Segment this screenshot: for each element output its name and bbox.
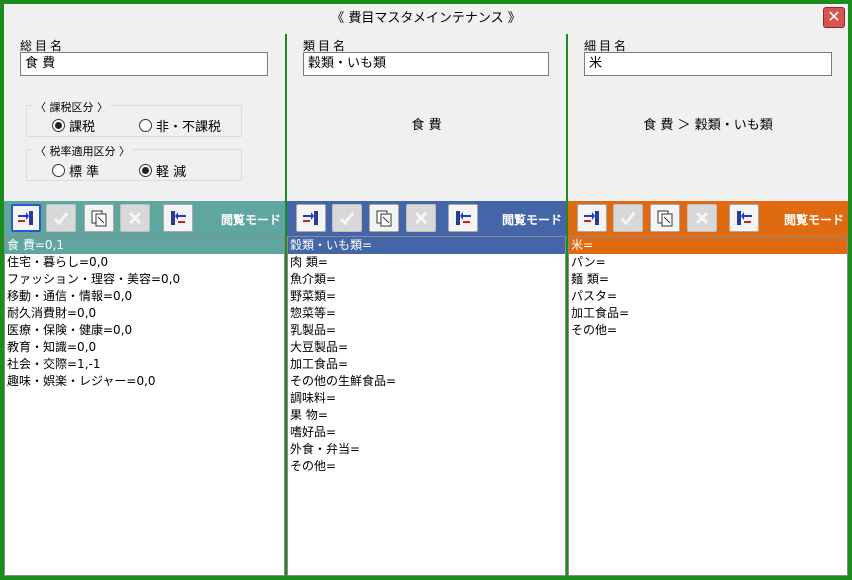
- list-item[interactable]: 肉 類=: [288, 254, 565, 271]
- list-item[interactable]: その他の生鮮食品=: [288, 373, 565, 390]
- copy-edit-icon: [376, 210, 392, 227]
- main-window: 《 費目マスタメインテナンス 》 ✕ 総目名 食 費 〈 課税区分 〉 課税 非…: [0, 0, 852, 580]
- list-item[interactable]: パン=: [569, 254, 847, 271]
- list-item[interactable]: 麺 類=: [569, 271, 847, 288]
- tax-rate-group: 〈 税率適用区分 〉 標 準 軽 減: [26, 143, 242, 181]
- list-item[interactable]: 乳製品=: [288, 322, 565, 339]
- radio-non-taxable[interactable]: 非・不課税: [139, 116, 221, 135]
- remove-button[interactable]: [163, 204, 193, 232]
- mode-label: 閲覧モード: [783, 213, 844, 227]
- list-item[interactable]: 大豆製品=: [288, 339, 565, 356]
- confirm-button[interactable]: [613, 204, 643, 232]
- radio-taxable[interactable]: 課税: [52, 116, 95, 135]
- delete-icon: [414, 211, 428, 225]
- sub-category-list[interactable]: 穀類・いも類= 肉 類= 魚介類= 野菜類= 惣菜等= 乳製品= 大豆製品= 加…: [287, 236, 566, 576]
- add-button[interactable]: [577, 204, 607, 232]
- sub-category-input[interactable]: 穀類・いも類: [303, 52, 549, 76]
- tax-rate-title: 〈 税率適用区分 〉: [33, 143, 132, 159]
- check-icon: [339, 212, 355, 226]
- window-title: 《 費目マスタメインテナンス 》: [331, 11, 521, 26]
- delete-icon: [128, 211, 142, 225]
- radio-reduced-label: 軽 減: [156, 165, 187, 180]
- confirm-button[interactable]: [46, 204, 76, 232]
- add-row-icon: [18, 211, 33, 225]
- list-item[interactable]: 社会・交際=1,-1: [5, 356, 284, 373]
- list-item[interactable]: 耐久消費財=0,0: [5, 305, 284, 322]
- mode-label: 閲覧モード: [501, 213, 562, 227]
- list-item[interactable]: 調味料=: [288, 390, 565, 407]
- add-button[interactable]: [11, 204, 41, 232]
- list-item[interactable]: 野菜類=: [288, 288, 565, 305]
- column-detail-category: 細目名 米 食 費 ＞ 穀類・いも類 閲覧モード 米= パン= 麺 類= パスタ…: [568, 34, 848, 576]
- list-item[interactable]: 米=: [569, 237, 847, 254]
- remove-button[interactable]: [729, 204, 759, 232]
- radio-reduced-dot: [139, 164, 152, 177]
- add-row-icon: [303, 211, 318, 225]
- close-button[interactable]: ✕: [823, 7, 845, 28]
- mode-label: 閲覧モード: [220, 213, 281, 227]
- list-item[interactable]: パスタ=: [569, 288, 847, 305]
- remove-row-icon: [737, 211, 752, 225]
- list-item[interactable]: 教育・知識=0,0: [5, 339, 284, 356]
- radio-standard-rate[interactable]: 標 準: [52, 161, 99, 180]
- list-item[interactable]: 加工食品=: [288, 356, 565, 373]
- delete-icon: [695, 211, 709, 225]
- list-item[interactable]: 果 物=: [288, 407, 565, 424]
- radio-reduced-rate[interactable]: 軽 減: [139, 161, 186, 180]
- list-item[interactable]: 惣菜等=: [288, 305, 565, 322]
- list-item[interactable]: 移動・通信・情報=0,0: [5, 288, 284, 305]
- column-major-category: 総目名 食 費 〈 課税区分 〉 課税 非・不課税 〈 税率適用区分 〉 標 準…: [4, 34, 285, 576]
- delete-button[interactable]: [120, 204, 150, 232]
- edit-button[interactable]: [650, 204, 680, 232]
- tax-category-title: 〈 課税区分 〉: [33, 99, 110, 115]
- list-item[interactable]: 趣味・娯楽・レジャー=0,0: [5, 373, 284, 390]
- radio-standard-label: 標 準: [69, 165, 100, 180]
- confirm-button[interactable]: [332, 204, 362, 232]
- tax-category-group: 〈 課税区分 〉 課税 非・不課税: [26, 99, 242, 137]
- toolbar-sub: 閲覧モード: [287, 201, 566, 236]
- check-icon: [53, 212, 69, 226]
- edit-button[interactable]: [369, 204, 399, 232]
- list-item[interactable]: 魚介類=: [288, 271, 565, 288]
- radio-standard-dot: [52, 164, 65, 177]
- list-item[interactable]: ファッション・理容・美容=0,0: [5, 271, 284, 288]
- list-item[interactable]: 加工食品=: [569, 305, 847, 322]
- major-category-input[interactable]: 食 費: [20, 52, 268, 76]
- list-item[interactable]: 医療・保険・健康=0,0: [5, 322, 284, 339]
- delete-button[interactable]: [687, 204, 717, 232]
- delete-button[interactable]: [406, 204, 436, 232]
- check-icon: [620, 212, 636, 226]
- list-item[interactable]: 外食・弁当=: [288, 441, 565, 458]
- column-sub-category: 類目名 穀類・いも類 食 費 閲覧モード 穀類・いも類= 肉 類= 魚介類= 野…: [287, 34, 566, 576]
- remove-row-icon: [456, 211, 471, 225]
- sub-category-path: 食 費: [411, 118, 442, 133]
- close-icon: ✕: [827, 7, 841, 26]
- list-item[interactable]: 住宅・暮らし=0,0: [5, 254, 284, 271]
- list-item[interactable]: その他=: [288, 458, 565, 475]
- list-item[interactable]: 穀類・いも類=: [288, 237, 565, 254]
- toolbar-major: 閲覧モード: [4, 201, 285, 236]
- major-category-list[interactable]: 食 費=0,1 住宅・暮らし=0,0 ファッション・理容・美容=0,0 移動・通…: [4, 236, 285, 576]
- add-button[interactable]: [296, 204, 326, 232]
- list-item[interactable]: その他=: [569, 322, 847, 339]
- radio-taxable-dot: [52, 119, 65, 132]
- remove-row-icon: [171, 211, 186, 225]
- edit-button[interactable]: [84, 204, 114, 232]
- detail-category-path: 食 費 ＞ 穀類・いも類: [643, 118, 773, 133]
- detail-category-list[interactable]: 米= パン= 麺 類= パスタ= 加工食品= その他=: [568, 236, 848, 576]
- copy-edit-icon: [657, 210, 673, 227]
- radio-taxable-label: 課税: [69, 120, 96, 135]
- radio-non-taxable-label: 非・不課税: [156, 120, 222, 135]
- list-item[interactable]: 嗜好品=: [288, 424, 565, 441]
- remove-button[interactable]: [448, 204, 478, 232]
- detail-category-input[interactable]: 米: [584, 52, 832, 76]
- toolbar-detail: 閲覧モード: [568, 201, 848, 236]
- list-item[interactable]: 食 費=0,1: [5, 237, 284, 254]
- radio-non-taxable-dot: [139, 119, 152, 132]
- copy-edit-icon: [91, 210, 107, 227]
- add-row-icon: [584, 211, 599, 225]
